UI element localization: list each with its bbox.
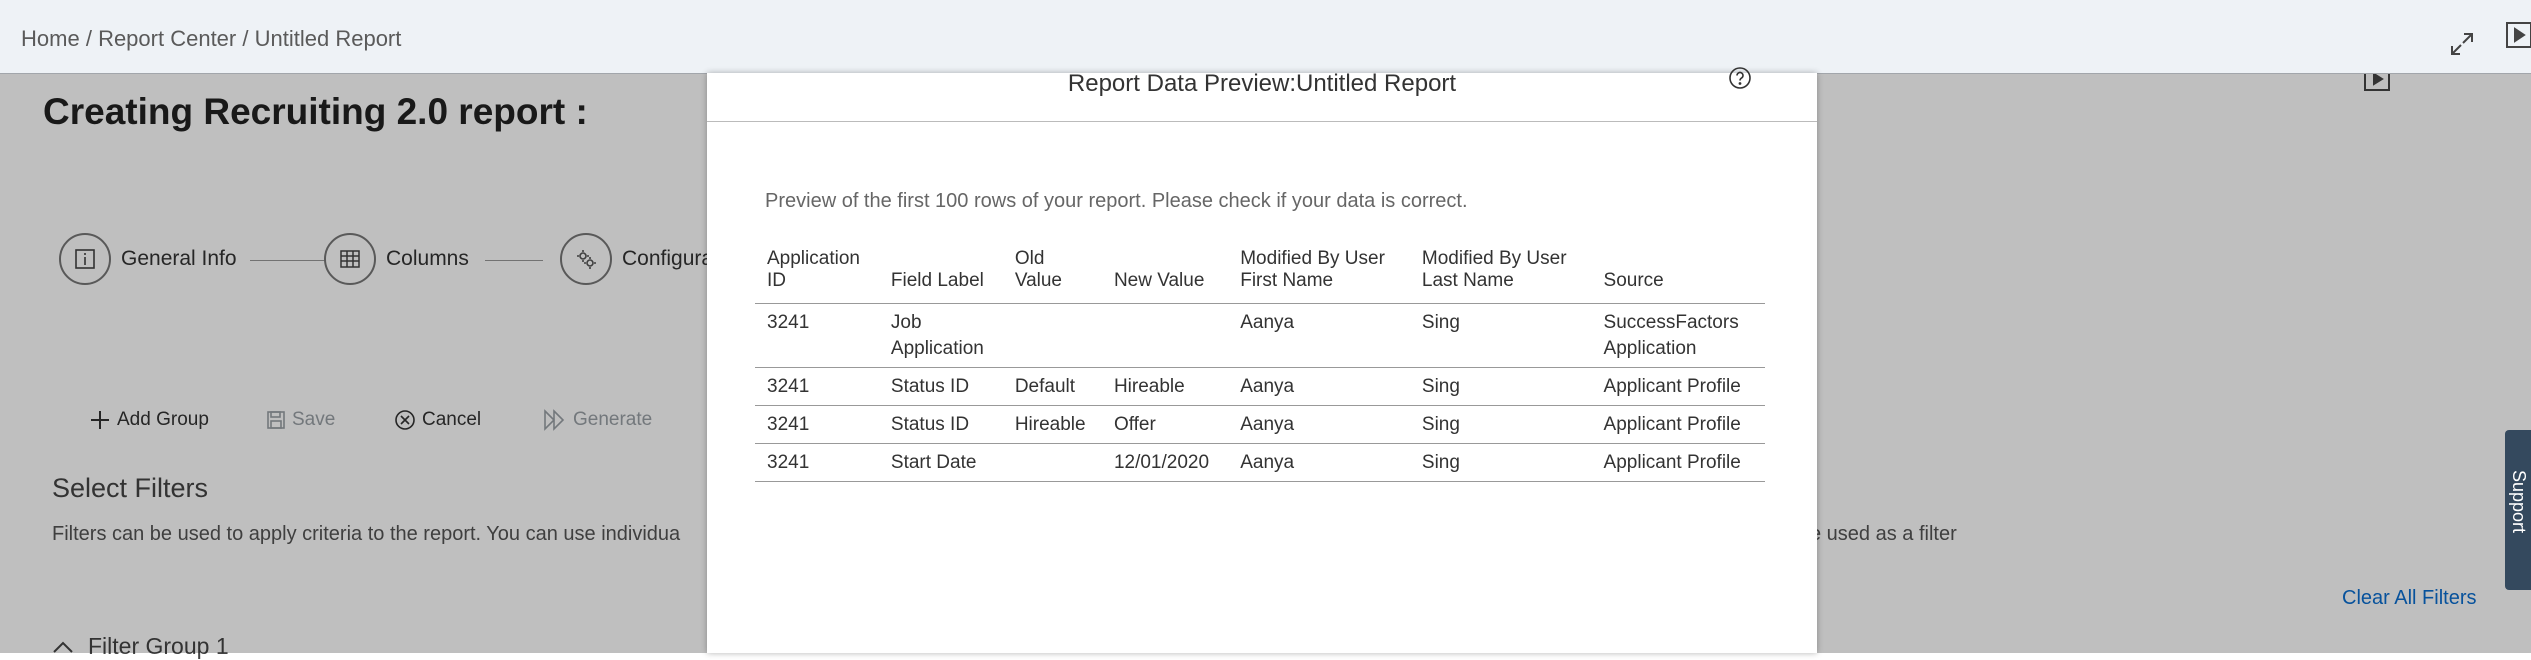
cell-text: Hireable xyxy=(1014,414,1086,435)
table-cell: Hireable xyxy=(1101,367,1229,406)
table-cell: Offer xyxy=(1101,405,1229,444)
column-header-text: ID xyxy=(767,270,786,291)
column-header-text: Value xyxy=(1014,270,1062,291)
cell-text: Application xyxy=(890,338,984,359)
cell-text: Aanya xyxy=(1240,312,1295,333)
cell-text: Status ID xyxy=(890,414,970,435)
preview-table: Application ID Field Label Old Value New Valu… xyxy=(755,248,1765,482)
support-tab[interactable]: Support xyxy=(2505,430,2531,590)
column-header: Modified By User Last Name xyxy=(1409,248,1592,304)
breadcrumb-report-center[interactable]: Report Center xyxy=(98,26,236,51)
column-header: Source xyxy=(1591,248,1765,304)
table-cell: Sing xyxy=(1409,443,1592,482)
column-header-text: Old xyxy=(1014,248,1045,269)
column-header: Field Label xyxy=(878,248,1003,304)
column-header-text: Application xyxy=(767,248,860,269)
column-header: New Value xyxy=(1101,248,1229,304)
column-header-text: Modified By User xyxy=(1240,248,1385,269)
breadcrumb-separator: / xyxy=(242,26,249,51)
table-cell xyxy=(1002,303,1102,368)
column-header-text: Modified By User xyxy=(1421,248,1567,269)
table-cell: Hireable xyxy=(1002,405,1102,444)
table-cell: 3241 xyxy=(755,303,879,368)
support-label: Support xyxy=(2509,470,2529,534)
table-cell: Aanya xyxy=(1228,367,1410,406)
cell-text: Offer xyxy=(1113,414,1156,435)
table-cell: 3241 xyxy=(755,405,879,444)
cell-text: 12/01/2020 xyxy=(1113,452,1210,473)
breadcrumb-separator: / xyxy=(85,26,92,51)
cell-text: Status ID xyxy=(890,376,970,397)
column-header-text: Last Name xyxy=(1421,270,1514,291)
table-cell: Status ID xyxy=(878,367,1003,406)
table-row: 3241 Job Application Aanya Sing SuccessFactor… xyxy=(755,303,1765,368)
table-cell: SuccessFactors Application xyxy=(1591,303,1765,368)
column-header: Modified By User First Name xyxy=(1228,248,1410,304)
table-row: 3241 Status ID Default Hireable Aanya Sing App… xyxy=(755,367,1765,406)
table-cell: 3241 xyxy=(755,367,879,406)
cell-text: SuccessFactors xyxy=(1603,312,1739,333)
cell-text: Aanya xyxy=(1240,376,1295,397)
breadcrumb: Home / Report Center / Untitled Report xyxy=(21,26,401,52)
cell-text: 3241 xyxy=(767,376,810,397)
table-cell: Aanya xyxy=(1228,303,1410,368)
cell-text: Start Date xyxy=(890,452,977,473)
breadcrumb-home[interactable]: Home xyxy=(21,26,80,51)
column-header-text: Field Label xyxy=(890,270,984,291)
shell-bar: Home / Report Center / Untitled Report xyxy=(0,0,2531,74)
cell-text: Job xyxy=(890,312,922,333)
table-cell xyxy=(1101,303,1229,368)
dialog-description: Preview of the first 100 rows of your re… xyxy=(765,190,1468,212)
table-cell: Default xyxy=(1002,367,1102,406)
expand-icon[interactable] xyxy=(2448,30,2476,58)
cell-text: Applicant Profile xyxy=(1603,376,1741,397)
column-header-text: New Value xyxy=(1113,270,1205,291)
column-header: Application ID xyxy=(755,248,879,304)
column-header-text: First Name xyxy=(1240,270,1334,291)
table-body: 3241 Job Application Aanya Sing SuccessFactor… xyxy=(755,303,1765,482)
dialog-header: Report Data Preview:Untitled Report xyxy=(707,67,1817,122)
help-icon[interactable] xyxy=(1728,66,1752,95)
table-cell: Aanya xyxy=(1228,443,1410,482)
table-cell: Applicant Profile xyxy=(1591,443,1765,482)
table-cell: Sing xyxy=(1409,367,1592,406)
cell-text: Applicant Profile xyxy=(1603,452,1741,473)
table-row: 3241 Start Date 12/01/2020 Aanya Sing Applica… xyxy=(755,443,1765,482)
cell-text: Sing xyxy=(1421,312,1460,333)
cell-text: 3241 xyxy=(767,414,810,435)
table-row: 3241 Status ID Hireable Offer Aanya Sing Appli… xyxy=(755,405,1765,444)
column-header-text: Source xyxy=(1603,270,1664,291)
cell-text: Aanya xyxy=(1240,452,1295,473)
table-cell: Start Date xyxy=(878,443,1003,482)
table-cell: Job Application xyxy=(878,303,1003,368)
breadcrumb-current: Untitled Report xyxy=(254,26,402,51)
table-cell: Applicant Profile xyxy=(1591,405,1765,444)
cell-text: Sing xyxy=(1421,452,1460,473)
cell-text: Sing xyxy=(1421,414,1460,435)
cell-text: 3241 xyxy=(767,452,810,473)
cell-text: Hireable xyxy=(1113,376,1185,397)
table-cell: Aanya xyxy=(1228,405,1410,444)
column-header: Old Value xyxy=(1002,248,1102,304)
table-cell: 3241 xyxy=(755,443,879,482)
table-cell: Status ID xyxy=(878,405,1003,444)
table-cell: Sing xyxy=(1409,303,1592,368)
cell-text: Aanya xyxy=(1240,414,1295,435)
dialog-title: Report Data Preview:Untitled Report xyxy=(1067,70,1457,97)
table-cell: 12/01/2020 xyxy=(1101,443,1229,482)
cell-text: Sing xyxy=(1421,376,1460,397)
table-cell: Applicant Profile xyxy=(1591,367,1765,406)
cell-text: Default xyxy=(1014,376,1076,397)
cell-text: 3241 xyxy=(767,312,810,333)
table-header-row: Application ID Field Label Old Value New Valu… xyxy=(755,248,1765,304)
table-cell xyxy=(1002,443,1102,482)
report-preview-dialog: Report Data Preview:Untitled Report Prev… xyxy=(707,67,1817,653)
table-cell: Sing xyxy=(1409,405,1592,444)
play-icon[interactable] xyxy=(2505,20,2531,50)
cell-text: Application xyxy=(1603,338,1697,359)
cell-text: Applicant Profile xyxy=(1603,414,1741,435)
